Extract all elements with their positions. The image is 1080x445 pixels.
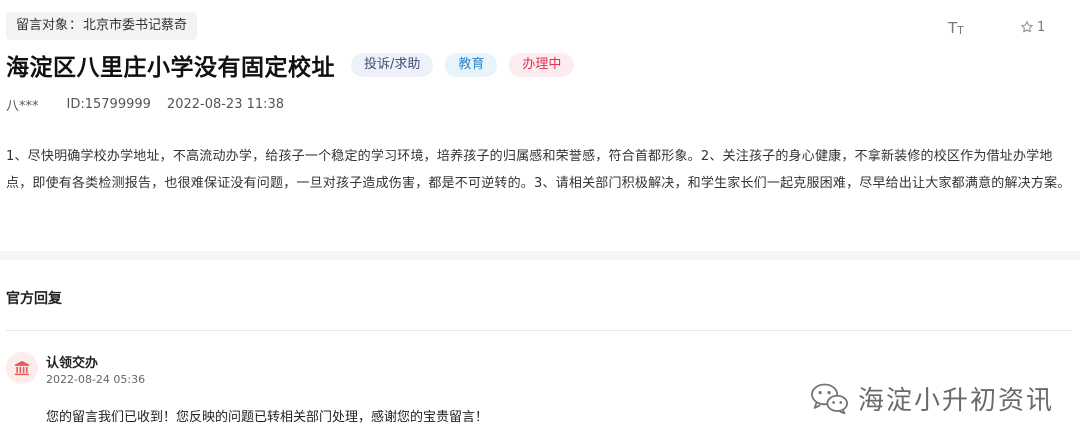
recipient-value: 北京市委书记蔡奇 [83, 18, 188, 33]
watermark-text: 海淀小升初资讯 [858, 385, 1055, 416]
wechat-icon [811, 383, 848, 415]
category-tag: 教育 [445, 53, 498, 77]
post-datetime: 2022-08-23 11:38 [166, 96, 285, 112]
government-building-icon [14, 360, 30, 376]
type-tag: 投诉/求助 [351, 53, 434, 77]
title-row: 海淀区八里庄小学没有固定校址 投诉/求助 教育 办理中 [6, 48, 586, 82]
star-icon [1021, 21, 1033, 33]
recipient-separator: ： [69, 18, 83, 33]
message-detail-page: 留言对象：北京市委书记蔡奇 TT 1 海淀区八里庄小学没有固定校址 投诉/求助 … [0, 0, 1080, 445]
reply-text: 您的留言我们已收到！您反映的问题已转相关部门处理，感谢您的宝贵留言！ [46, 410, 489, 425]
reply-divider [6, 330, 1072, 331]
font-size-icon-large: T [948, 19, 958, 37]
font-size-toggle[interactable]: TT [948, 16, 972, 37]
reply-unit: 认领交办 [46, 356, 99, 371]
like-count: 1 [1037, 19, 1046, 35]
page-title: 海淀区八里庄小学没有固定校址 [6, 55, 335, 81]
post-content: 1、尽快明确学校办学地址，不高流动办学，给孩子一个稳定的学习环境，培养孩子的归属… [6, 149, 1071, 191]
post-meta: 八*** ID:15799999 2022-08-23 11:38 [6, 95, 285, 114]
recipient-badge: 留言对象：北京市委书记蔡奇 [6, 12, 198, 40]
section-divider [0, 251, 1080, 260]
watermark: 海淀小升初资讯 [808, 380, 1054, 416]
font-size-icon-small: T [957, 24, 964, 37]
like-button[interactable]: 1 [1020, 17, 1045, 37]
author-name: 八*** [6, 98, 39, 114]
recipient-label: 留言对象 [16, 18, 69, 33]
avatar [6, 352, 38, 384]
reply-time: 2022-08-24 05:36 [46, 373, 146, 386]
status-badge: 办理中 [509, 53, 575, 77]
post-id: ID:15799999 [66, 96, 151, 112]
reply-section-title: 官方回复 [6, 291, 62, 307]
